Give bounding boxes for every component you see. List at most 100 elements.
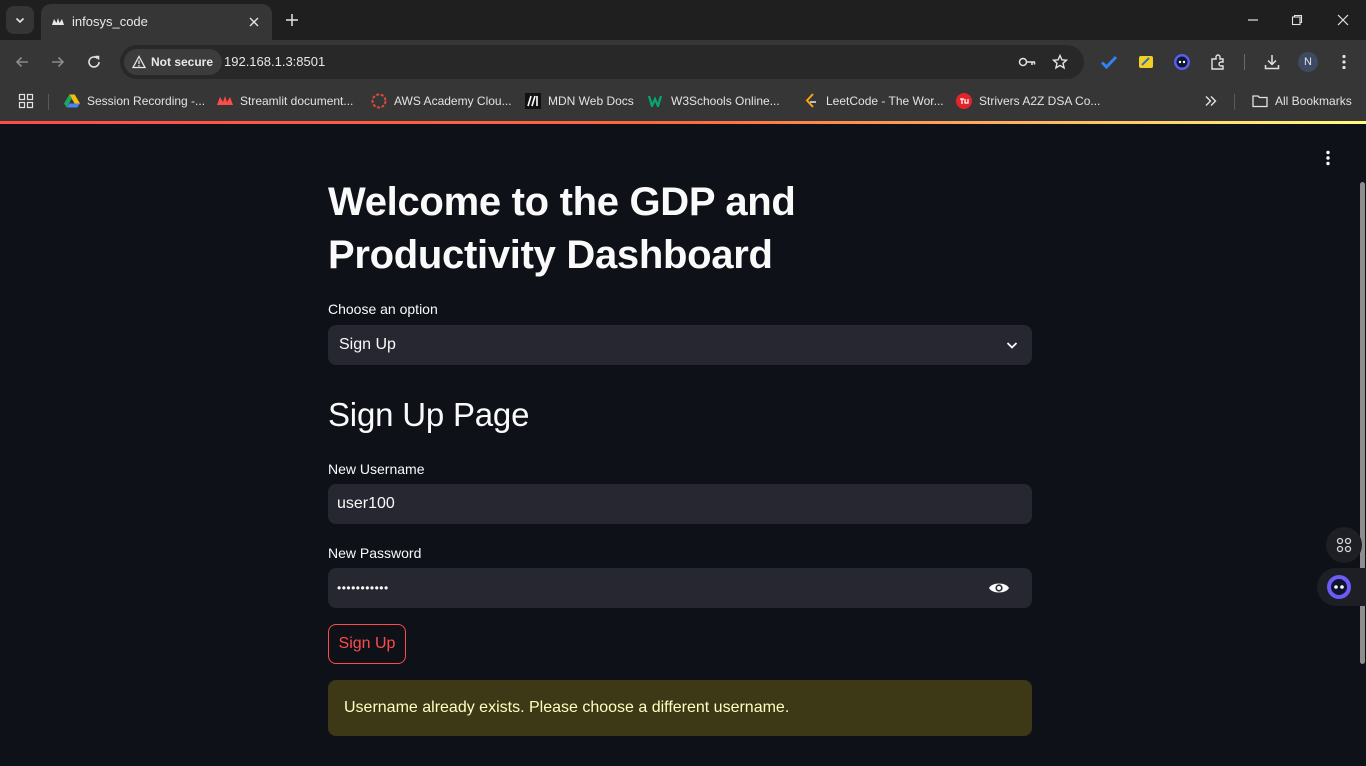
streamlit-icon: [217, 96, 233, 105]
plus-icon: [286, 14, 298, 26]
all-bookmarks-label: All Bookmarks: [1275, 94, 1352, 108]
apps-grid-icon: [18, 93, 34, 109]
minimize-icon: [1248, 19, 1258, 21]
bookmark-label: AWS Academy Clou...: [394, 94, 512, 108]
warning-triangle-icon: [132, 55, 146, 69]
extensions-button[interactable]: [1207, 51, 1229, 73]
option-select-value: Sign Up: [339, 336, 396, 353]
double-chevron-right-icon: [1205, 96, 1217, 106]
bookmarks-overflow-button[interactable]: [1204, 92, 1218, 110]
browser-toolbar: Not secure 192.168.1.3:8501 N: [0, 40, 1366, 84]
page-title: Welcome to the GDP and Productivity Dash…: [328, 180, 796, 277]
grid-icon: [1336, 537, 1352, 553]
username-input[interactable]: user100: [328, 484, 1032, 524]
back-button[interactable]: [8, 48, 36, 76]
restore-button[interactable]: [1283, 6, 1311, 34]
tab-strip: infosys_code: [0, 0, 1366, 40]
new-tab-button[interactable]: [280, 8, 304, 32]
password-key-button[interactable]: [1017, 52, 1037, 72]
eye-icon[interactable]: [988, 578, 1010, 598]
leetcode-icon: [805, 93, 816, 108]
all-bookmarks-button[interactable]: All Bookmarks: [1252, 92, 1352, 110]
tab-close-button[interactable]: [244, 12, 264, 32]
sign-up-button[interactable]: Sign Up: [328, 624, 406, 664]
extension-yellow[interactable]: [1135, 51, 1157, 73]
browser-menu-button[interactable]: [1333, 51, 1355, 73]
toolbar-separator: [1244, 54, 1245, 70]
restore-icon: [1291, 14, 1303, 26]
bookmark-mdn[interactable]: MDN Web Docs: [525, 92, 634, 110]
bookmark-label: Strivers A2Z DSA Co...: [979, 94, 1101, 108]
extension-check[interactable]: [1098, 51, 1120, 73]
bookmark-strivers[interactable]: Strivers A2Z DSA Co...: [956, 92, 1100, 110]
option-select[interactable]: Sign Up: [328, 325, 1032, 365]
w3schools-icon: [648, 95, 663, 107]
tab-title: infosys_code: [72, 14, 148, 29]
bookmark-session-recording[interactable]: Session Recording -...: [64, 92, 205, 110]
arrow-left-icon: [15, 56, 28, 68]
address-bar[interactable]: Not secure 192.168.1.3:8501: [120, 45, 1084, 79]
chevron-down-icon: [15, 17, 25, 24]
bookmark-star-button[interactable]: [1050, 52, 1070, 72]
section-subheader: Sign Up Page: [328, 396, 530, 433]
download-icon: [1264, 55, 1280, 70]
notes-extension-icon: [1139, 56, 1153, 68]
close-window-button[interactable]: [1329, 6, 1357, 34]
choose-option-label: Choose an option: [328, 301, 438, 317]
password-label: New Password: [328, 545, 422, 561]
bookmark-label: Session Recording -...: [87, 94, 206, 108]
key-icon: [1018, 57, 1036, 67]
app-page: Welcome to the GDP and Productivity Dash…: [0, 124, 1366, 766]
bookmark-aws-academy[interactable]: AWS Academy Clou...: [371, 92, 512, 110]
downloads-button[interactable]: [1261, 51, 1283, 73]
reload-button[interactable]: [80, 48, 108, 76]
chevron-down-icon: [1006, 342, 1018, 349]
star-icon: [1052, 54, 1068, 70]
bookmark-label: MDN Web Docs: [548, 94, 634, 108]
forward-button[interactable]: [44, 48, 72, 76]
reload-icon: [88, 55, 100, 68]
tuf-icon: [956, 93, 972, 109]
bookmark-label: Streamlit document...: [240, 94, 354, 108]
bookmark-leetcode[interactable]: LeetCode - The Wor...: [803, 92, 944, 110]
robot-icon: [1327, 575, 1351, 599]
password-value: •••••••••••: [337, 581, 389, 595]
password-input[interactable]: •••••••••••: [328, 568, 1032, 608]
bookmarks-separator: [1234, 94, 1235, 110]
url-text: 192.168.1.3:8501: [224, 54, 326, 69]
more-vertical-icon: [1326, 150, 1330, 166]
bookmark-w3schools[interactable]: W3Schools Online...: [648, 92, 780, 110]
minimize-button[interactable]: [1239, 6, 1267, 34]
robot-icon: [1174, 54, 1190, 70]
arrow-right-icon: [52, 56, 65, 68]
close-icon: [249, 17, 259, 27]
bookmark-streamlit-docs[interactable]: Streamlit document...: [217, 92, 353, 110]
bookmarks-separator: [48, 94, 49, 110]
floating-widget-button[interactable]: [1326, 527, 1362, 563]
folder-icon: [1252, 95, 1268, 108]
floating-assistant-button[interactable]: [1317, 568, 1366, 606]
tab-search-button[interactable]: [6, 6, 34, 34]
aws-academy-icon: [371, 93, 387, 109]
bookmarks-bar: Session Recording -... Streamlit documen…: [0, 84, 1366, 121]
puzzle-icon: [1211, 54, 1224, 70]
more-vertical-icon: [1342, 54, 1346, 70]
bookmark-label: W3Schools Online...: [671, 94, 780, 108]
security-label: Not secure: [151, 55, 214, 69]
apps-button[interactable]: [18, 92, 34, 110]
mdn-icon: [525, 93, 541, 109]
bookmark-label: LeetCode - The Wor...: [826, 94, 944, 108]
username-label: New Username: [328, 461, 425, 477]
streamlit-favicon-icon: [52, 18, 64, 25]
app-main-menu-button[interactable]: [1318, 148, 1338, 168]
warning-alert: Username already exists. Please choose a…: [328, 680, 1032, 736]
close-icon: [1337, 14, 1349, 26]
google-drive-icon: [64, 94, 80, 108]
profile-avatar[interactable]: N: [1298, 52, 1318, 72]
active-tab[interactable]: infosys_code: [41, 4, 272, 40]
extension-robot[interactable]: [1171, 51, 1193, 73]
checkmark-icon: [1100, 55, 1118, 69]
username-value: user100: [337, 495, 395, 512]
site-info-chip[interactable]: Not secure: [124, 49, 223, 75]
warning-message: Username already exists. Please choose a…: [344, 699, 790, 716]
